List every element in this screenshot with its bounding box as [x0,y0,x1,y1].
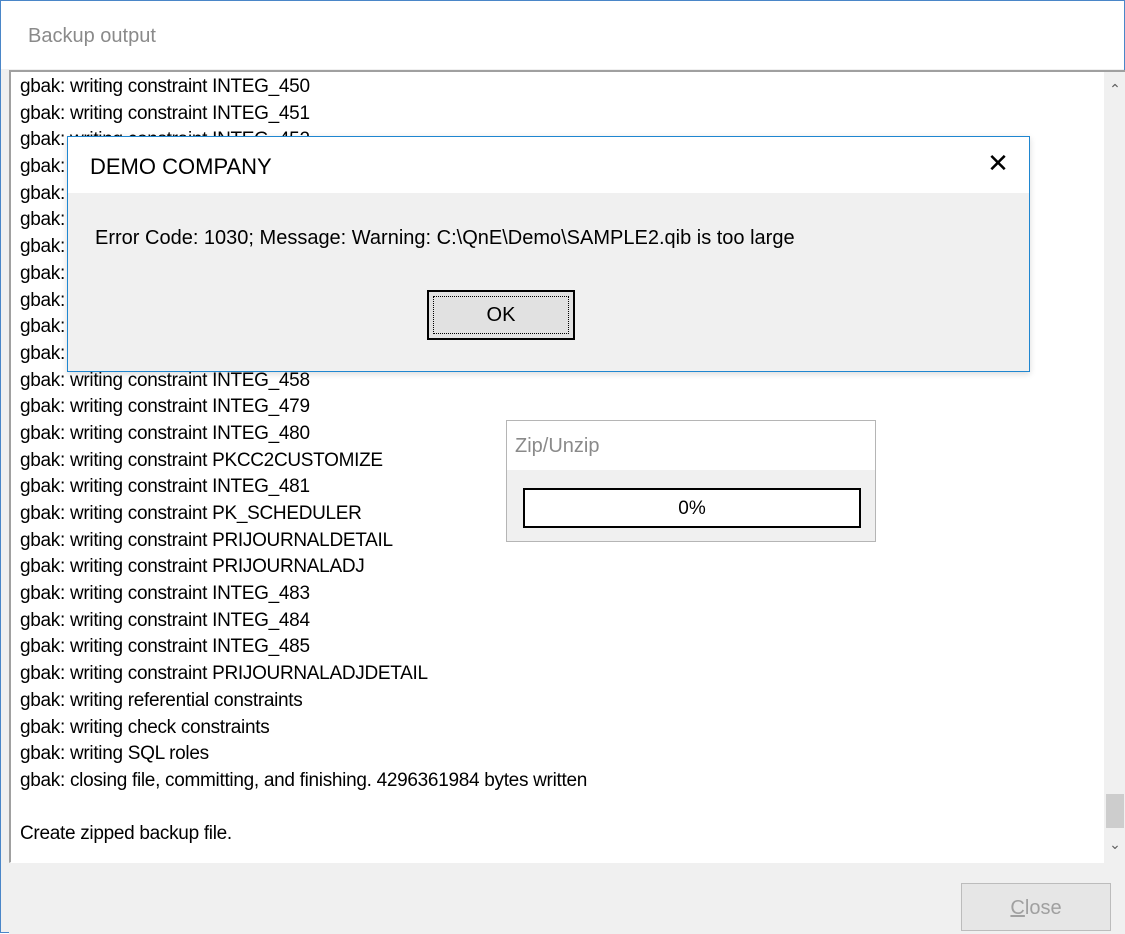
log-line: gbak: writing constraint PRIJOURNALADJDE… [20,663,428,685]
log-line: gbak: writing constraint INTEG_450 [20,76,310,97]
log-line: gbak: writing constraint INTEG_479 [20,396,310,418]
button-bar: Close [9,863,1125,934]
log-line: gbak: writing constraint INTEG_485 [20,636,310,658]
zip-unzip-panel: Zip/Unzip 0% [506,420,876,542]
zip-progress-label: 0% [678,498,706,519]
log-line: gbak: writing SQL roles [20,743,209,765]
dialog-titlebar: DEMO COMPANY ✕ [68,137,1029,193]
log-line: gbak: closing file, committing, and fini… [20,769,587,791]
log-line: gbak: writing constraint PRIJOURNALADJ [20,556,365,578]
chevron-down-icon[interactable]: ⌄ [1104,833,1125,857]
dialog-title: DEMO COMPANY [90,154,272,179]
dialog-message: Error Code: 1030; Message: Warning: C:\Q… [95,227,795,249]
zip-panel-header: Zip/Unzip [507,421,875,470]
close-icon[interactable]: ✕ [981,147,1015,181]
zip-panel-title: Zip/Unzip [515,435,600,457]
log-line: gbak: writing constraint INTEG_451 [20,102,310,124]
log-line: gbak: writing constraint INTEG_483 [20,583,310,605]
error-dialog: DEMO COMPANY ✕ Error Code: 1030; Message… [67,136,1030,372]
window-titlebar: Backup output [1,1,1124,69]
log-line: gbak: writing referential constraints [20,689,303,711]
log-line: gbak: writing check constraints [20,716,270,738]
scrollbar-thumb[interactable] [1106,794,1124,828]
log-line: Create zipped backup file. [20,823,232,845]
zip-progress-bar: 0% [523,488,861,528]
ok-button[interactable]: OK [427,290,575,340]
chevron-up-icon[interactable]: ⌃ [1104,78,1125,102]
close-button-label: lose [1024,897,1062,919]
close-button-mnemonic: C [1010,897,1025,919]
focus-rectangle [433,296,569,334]
close-button[interactable]: Close [961,883,1111,931]
log-line: gbak: writing constraint INTEG_484 [20,609,310,631]
vertical-scrollbar[interactable]: ⌃ ⌄ [1104,72,1125,863]
window-title: Backup output [28,25,156,47]
